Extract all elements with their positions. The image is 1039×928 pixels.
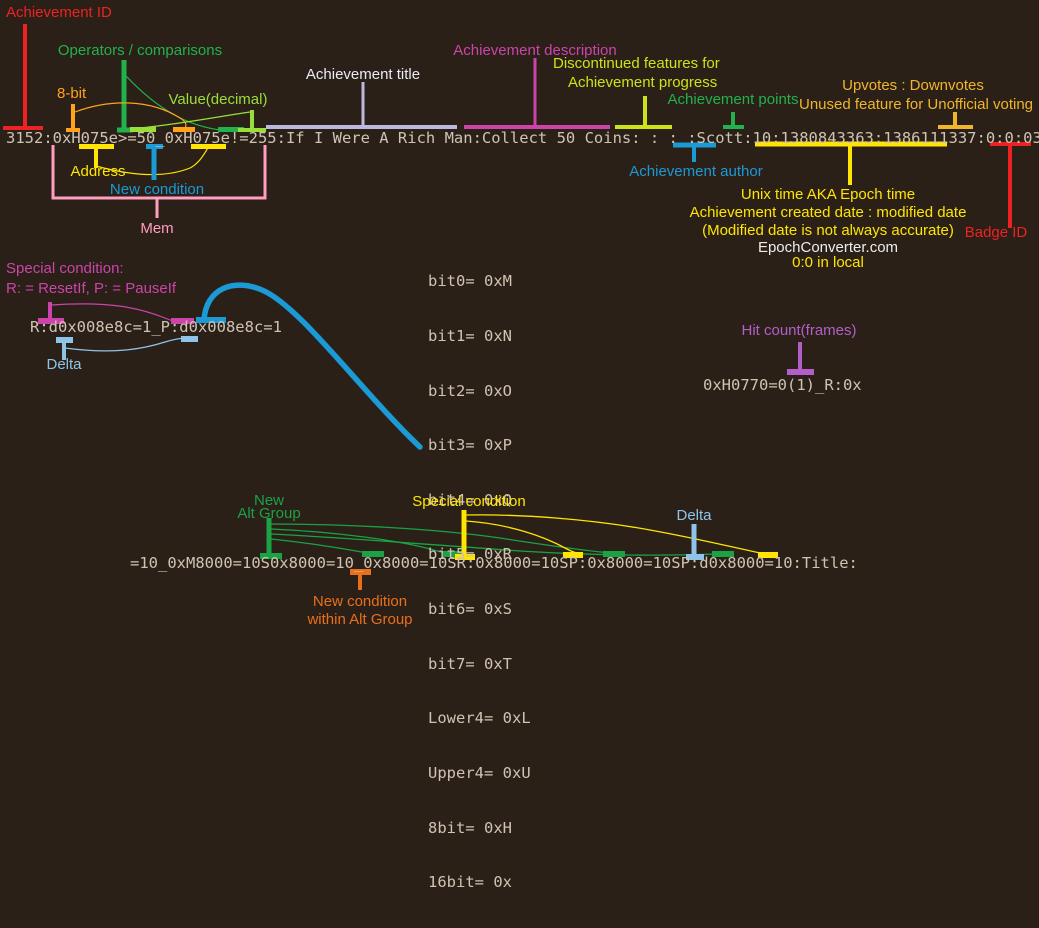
connector-achievement-author (673, 145, 716, 162)
bit-row: bit2= 0xO (428, 382, 531, 400)
label-discontinued-line1: Discontinued features for (553, 55, 720, 72)
label-mem: Mem (140, 220, 173, 237)
main-achievement-code-line: 3152:0xH075e>=50_0xH075e!=255:If I Were … (6, 129, 1039, 147)
label-new-condition-alt-line2: within Alt Group (307, 611, 412, 628)
connector-epoch (755, 144, 947, 185)
special-condition-code-line: R:d0x008e8c=1_P:d0x008e8c=1 (30, 318, 282, 336)
label-badge-id: Badge ID (965, 224, 1028, 241)
connector-achievement-points (723, 112, 744, 127)
bit-row: bit3= 0xP (428, 436, 531, 454)
label-delta-left: Delta (46, 356, 81, 373)
label-epoch-line3: (Modified date is not always accurate) (702, 222, 954, 239)
label-unofficial-voting: Unused feature for Unofficial voting (799, 96, 1033, 113)
label-new-alt-group-line2: Alt Group (237, 505, 300, 522)
bit-row: bit7= 0xT (428, 655, 531, 673)
annotated-diagram-canvas: 3152:0xH075e>=50_0xH075e!=255:If I Were … (0, 0, 1039, 631)
label-upvotes-downvotes: Upvotes : Downvotes (842, 77, 984, 94)
connector-hit-count (787, 342, 814, 375)
label-achievement-points: Achievement points (668, 91, 799, 108)
bit-row: Lower4= 0xL (428, 709, 531, 727)
connector-achievement-id (3, 24, 43, 128)
connector-16bit-arc (196, 285, 420, 447)
bit-prefix-reference-table: bit0= 0xM bit1= 0xN bit2= 0xO bit3= 0xP … (428, 236, 531, 928)
label-special-condition-left-line2: R: = ResetIf, P: = PauseIf (6, 280, 176, 297)
connector-upvotes (938, 112, 973, 127)
label-special-condition-bottom: Special condition (412, 493, 525, 510)
label-8bit: 8-bit (57, 85, 86, 102)
label-new-condition: New condition (110, 181, 204, 198)
connector-new-condition (146, 144, 163, 180)
label-achievement-title: Achievement title (306, 66, 420, 83)
label-operators: Operators / comparisons (58, 42, 222, 59)
label-epoch-line1: Unix time AKA Epoch time (741, 186, 915, 203)
bit-row: bit5= 0xR (428, 545, 531, 563)
label-achievement-author: Achievement author (629, 163, 762, 180)
bit-row: bit0= 0xM (428, 272, 531, 290)
connector-badge-id (990, 144, 1031, 228)
bit-row: bit1= 0xN (428, 327, 531, 345)
label-achievement-id: Achievement ID (6, 4, 112, 21)
bit-row: bit6= 0xS (428, 600, 531, 618)
label-value-decimal: Value(decimal) (169, 91, 268, 108)
label-epoch-local: 0:0 in local (792, 254, 864, 271)
bit-row: 8bit= 0xH (428, 819, 531, 837)
connector-discontinued (615, 96, 672, 127)
label-delta-bottom: Delta (676, 507, 711, 524)
label-hit-count: Hit count(frames) (741, 322, 856, 339)
hit-count-code-line: 0xH0770=0(1)_R:0x (703, 376, 862, 394)
label-discontinued-line2: Achievement progress (568, 74, 717, 91)
label-address: Address (70, 163, 125, 180)
connector-new-cond-alt (350, 569, 371, 590)
bit-row: 16bit= 0x (428, 873, 531, 891)
label-new-condition-alt-line1: New condition (313, 593, 407, 610)
bit-row: Upper4= 0xU (428, 764, 531, 782)
label-epoch-line2: Achievement created date : modified date (690, 204, 967, 221)
label-special-condition-left-line1: Special condition: (6, 260, 124, 277)
connector-achievement-title (266, 82, 457, 127)
